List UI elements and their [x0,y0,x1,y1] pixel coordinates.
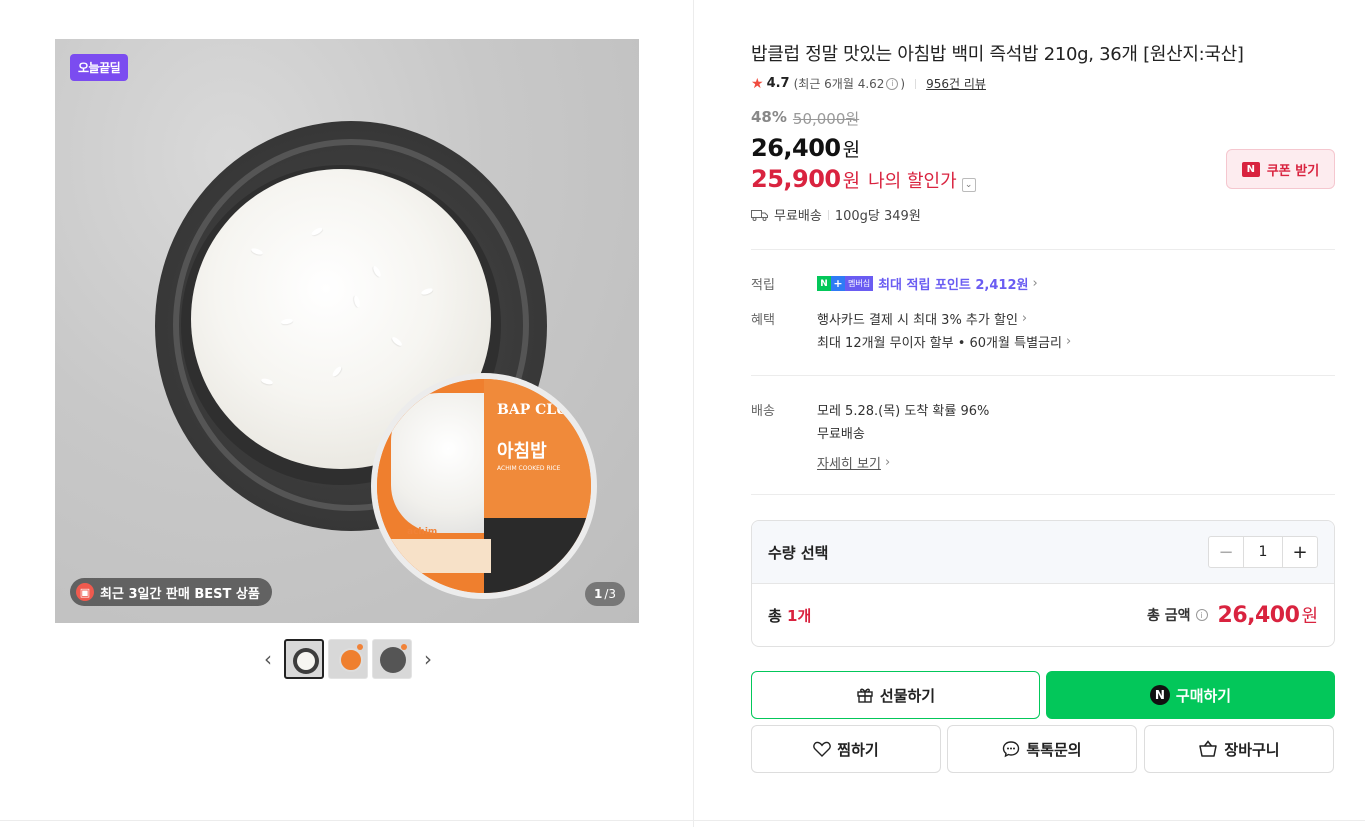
divider [0,820,1365,821]
card-benefit-row[interactable]: 행사카드 결제 시 최대 3% 추가 할인 › [817,309,1027,328]
sale-price-unit: 원 [842,139,861,161]
quantity-box: 수량 선택 − 1 + 총 1개 총 금액 i 26,400 원 [751,520,1335,647]
rating-value: 4.7 [766,76,790,91]
info-icon[interactable]: i [886,77,899,90]
gift-icon [857,688,873,703]
best-seller-badge: ▣ 최근 3일간 판매 BEST 상품 [70,578,272,606]
total-price-unit: 원 [1301,606,1318,627]
rating-row: ★ 4.7 (최근 6개월 4.62 i ) 956건 리뷰 [751,75,986,92]
delivery-details-link[interactable]: 자세히 보기 › [817,453,890,472]
product-gallery: BAP CLUB 아침밥 ACHIM COOKED RICE achim 오늘끝… [0,0,694,827]
truck-icon [751,209,768,221]
chevron-left-icon[interactable]: ‹ [256,639,280,679]
decrease-button[interactable]: − [1209,537,1243,567]
coupon-button[interactable]: N 쿠폰 받기 [1226,149,1335,189]
best-seller-text: 최근 3일간 판매 BEST 상품 [100,586,260,602]
chat-icon [1003,741,1020,758]
product-main-image[interactable]: BAP CLUB 아침밥 ACHIM COOKED RICE achim 오늘끝… [55,39,639,623]
package-title: BAP CLUB [497,402,580,418]
delivery-details-text: 자세히 보기 [817,457,881,472]
total-amount-label: 총 금액 [1147,608,1191,624]
review-count-link[interactable]: 956건 리뷰 [926,75,986,92]
benefit-label: 혜택 [751,313,775,328]
thumbnail-strip: ‹ › [256,639,440,679]
info-icon[interactable]: i [1195,609,1208,621]
quantity-stepper: − 1 + [1208,536,1318,568]
installment-text: 최대 12개월 무이자 할부 • 60개월 특별금리 [817,336,1062,351]
gift-button[interactable]: 선물하기 [751,671,1040,719]
divider [751,249,1335,250]
sale-price: 26,400 [751,134,841,162]
page-total: /3 [604,587,616,601]
talk-inquiry-button[interactable]: 톡톡문의 [947,725,1137,773]
chevron-right-icon[interactable]: › [416,639,440,679]
package-subtitle: 아침밥 [497,441,547,462]
talk-button-label: 톡톡문의 [1026,740,1082,759]
quantity-input[interactable]: 1 [1243,537,1283,567]
buy-button[interactable]: N 구매하기 [1046,671,1335,719]
divider [751,494,1335,495]
points-row[interactable]: N + 멤버십 최대 적립 포인트 2,412원 › [817,274,1038,293]
recent-rating: (최근 6개월 4.62 [793,77,885,91]
discount-rate: 48% [751,108,787,126]
deal-badge: 오늘끝딜 [70,54,129,81]
gift-button-label: 선물하기 [879,686,936,705]
buy-button-label: 구매하기 [1175,686,1232,705]
cart-button-label: 장바구니 [1224,740,1280,759]
increase-button[interactable]: + [1283,537,1317,567]
naver-pay-icon: N [1149,685,1170,705]
my-price: 25,900 [751,165,841,193]
heart-icon [813,741,832,757]
total-count-prefix: 총 [768,606,788,625]
wishlist-button[interactable]: 찜하기 [751,725,941,773]
star-icon: ★ [751,75,764,92]
my-price-label: 나의 할인가 [868,171,957,192]
total-count-value: 1개 [787,606,812,625]
thumbnail-1[interactable] [284,639,324,679]
total-price: 26,400 [1217,602,1300,628]
package-label [391,539,491,573]
chevron-right-icon: › [1021,311,1028,326]
cart-icon [1199,740,1218,757]
chevron-right-icon: › [1032,276,1038,291]
gift-icon: ▣ [76,583,94,601]
package-english: ACHIM COOKED RICE [497,465,561,472]
shipping-fee: 무료배송 [774,209,822,224]
original-price: 50,000원 [792,110,860,128]
unit-price: 100g당 349원 [834,209,921,224]
thumbnail-2[interactable] [328,639,368,679]
card-benefit-text: 행사카드 결제 시 최대 3% 추가 할인 [817,313,1018,328]
discount-row: 48% 50,000원 [751,108,859,129]
delivery-label: 배송 [751,404,775,419]
image-page-counter: 1 /3 [584,582,625,606]
total-count: 총 1개 [768,605,811,626]
wishlist-button-label: 찜하기 [837,740,879,759]
membership-badge-text: 멤버십 [845,276,874,291]
divider [751,375,1335,376]
rice-package-image: BAP CLUB 아침밥 ACHIM COOKED RICE achim [371,373,597,599]
naver-n-icon: N [1241,161,1260,177]
recent-rating-close: ) [900,76,906,91]
delivery-fee: 무료배송 [817,427,865,442]
naver-plus-badge: N + 멤버십 [817,276,874,291]
price-row: 26,400 원 [751,134,860,162]
coupon-button-label: 쿠폰 받기 [1266,163,1320,179]
my-price-row: 25,900 원 나의 할인가 ⌄ [751,165,976,193]
my-price-unit: 원 [842,170,861,192]
installment-row[interactable]: 최대 12개월 무이자 할부 • 60개월 특별금리 › [817,332,1071,351]
delivery-eta: 모레 5.28.(목) 도착 확률 96% [817,404,990,419]
package-brand: achim [407,527,438,537]
cart-button[interactable]: 장바구니 [1144,725,1334,773]
max-points-text: 최대 적립 포인트 2,412원 [878,278,1029,293]
shipping-row: 무료배송 100g당 349원 [751,205,921,224]
page-current: 1 [593,587,603,601]
total-amount: 총 금액 i 26,400 원 [1147,602,1318,628]
points-label: 적립 [751,278,775,293]
quantity-label: 수량 선택 [768,543,829,562]
chevron-right-icon: › [1065,334,1072,349]
product-title: 밥클럽 정말 맛있는 아침밥 백미 즉석밥 210g, 36개 [원산지:국산] [751,44,1244,65]
chevron-down-icon[interactable]: ⌄ [961,178,976,192]
thumbnail-3[interactable] [372,639,412,679]
chevron-right-icon: › [884,455,891,470]
